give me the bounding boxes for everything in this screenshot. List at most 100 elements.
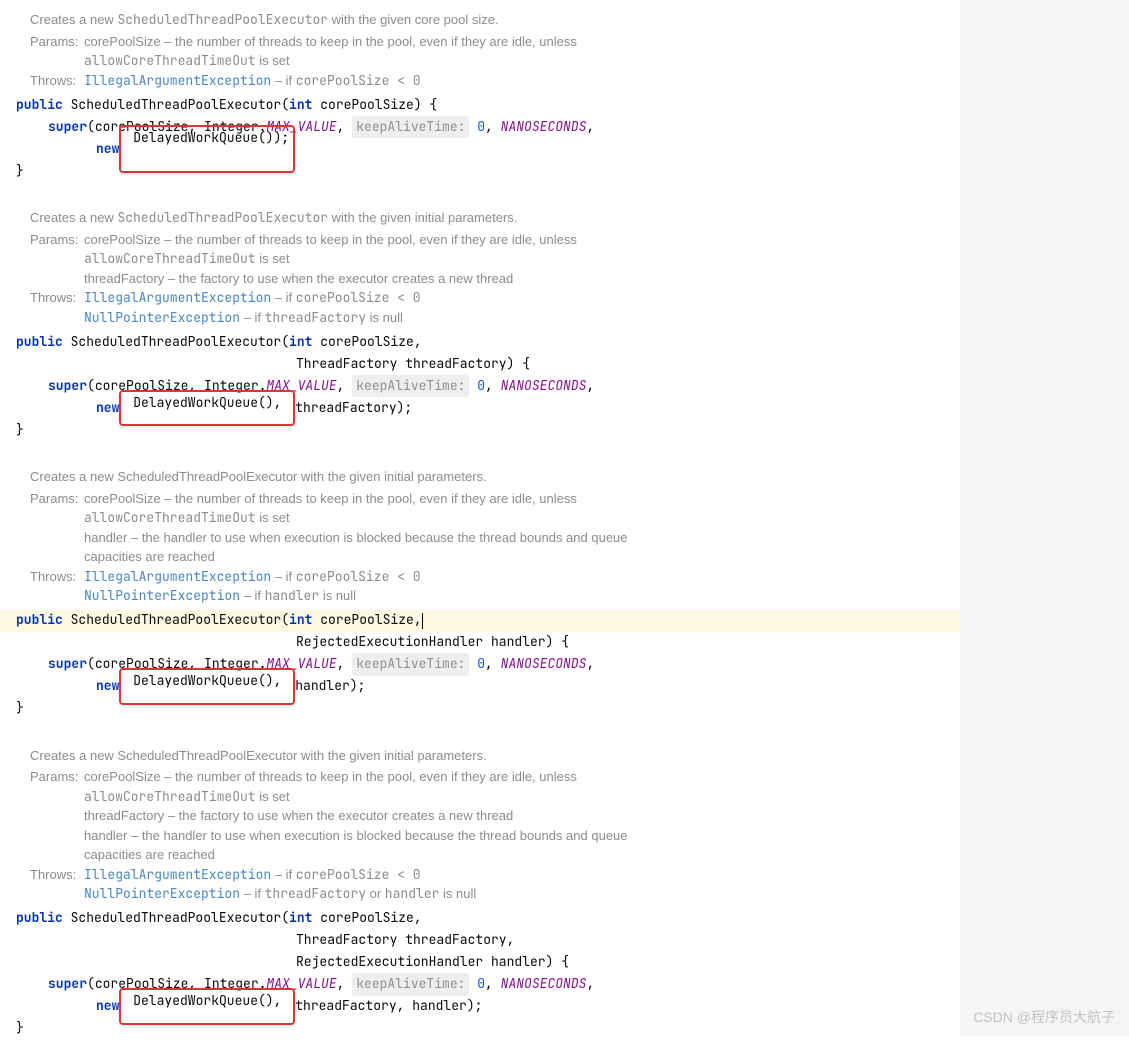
keyword-super: super	[48, 116, 87, 138]
doc-text: is null	[319, 588, 356, 603]
doc-param: threadFactory – the factory to use when …	[84, 269, 644, 289]
doc-param: threadFactory – the factory to use when …	[84, 806, 644, 826]
code-text: ThreadFactory threadFactory) {	[296, 353, 530, 375]
code-line-active[interactable]: public ScheduledThreadPoolExecutor(int c…	[0, 610, 976, 632]
code-line[interactable]: new DelayedWorkQueue(), handler);	[0, 676, 960, 698]
throws-label: Throws:	[30, 71, 84, 91]
doc-text: or	[366, 886, 385, 901]
doc-class: ScheduledThreadPoolExecutor	[117, 209, 328, 226]
code-line[interactable]: public ScheduledThreadPoolExecutor(int c…	[0, 331, 960, 353]
close-brace: }	[16, 419, 24, 441]
number-literal: 0	[469, 116, 485, 138]
doc-text: is set	[256, 510, 290, 525]
keyword-public: public	[16, 907, 63, 929]
doc-text: is null	[439, 886, 476, 901]
code-line[interactable]: new DelayedWorkQueue());	[0, 138, 960, 160]
boxed-code: DelayedWorkQueue(),	[125, 394, 289, 411]
exception-link[interactable]: NullPointerException	[84, 587, 240, 604]
code-text: ,	[586, 973, 594, 995]
highlighted-code-box: DelayedWorkQueue(),	[119, 668, 295, 704]
code-line[interactable]: ThreadFactory threadFactory) {	[0, 353, 960, 375]
ctor-text: ScheduledThreadPoolExecutor(	[63, 609, 289, 631]
code-text: ,	[586, 375, 594, 397]
javadoc-block-4: Creates a new ScheduledThreadPoolExecuto…	[30, 742, 960, 908]
number-literal: 0	[469, 375, 485, 397]
keyword-new: new	[96, 995, 119, 1017]
doc-code: corePoolSize < 0	[296, 289, 421, 306]
editor-right-gutter	[960, 0, 1129, 1036]
code-line[interactable]: ThreadFactory threadFactory,	[0, 930, 960, 952]
keyword-super: super	[48, 375, 87, 397]
doc-text: is set	[256, 789, 290, 804]
keyword-int: int	[289, 94, 312, 116]
doc-param: corePoolSize – the number of threads to …	[84, 491, 577, 506]
code-text: ,	[337, 653, 353, 675]
code-editor[interactable]: Creates a new ScheduledThreadPoolExecuto…	[0, 0, 960, 1040]
param-text: corePoolSize,	[312, 331, 421, 353]
const-nanoseconds: NANOSECONDS	[501, 973, 587, 995]
code-text: threadFactory);	[295, 397, 412, 419]
exception-link[interactable]: IllegalArgumentException	[84, 866, 271, 883]
code-line[interactable]: public ScheduledThreadPoolExecutor(int c…	[0, 908, 960, 930]
code-text: handler);	[295, 675, 365, 697]
throws-label: Throws:	[30, 567, 84, 587]
doc-text: – if	[240, 886, 265, 901]
code-text: ,	[485, 375, 501, 397]
highlighted-code-box: DelayedWorkQueue());	[119, 125, 295, 173]
boxed-code: DelayedWorkQueue(),	[125, 672, 289, 689]
javadoc-block-3: Creates a new ScheduledThreadPoolExecuto…	[30, 463, 960, 610]
number-literal: 0	[469, 653, 485, 675]
javadoc-block-2: Creates a new ScheduledThreadPoolExecuto…	[30, 204, 960, 331]
close-brace: }	[16, 697, 24, 719]
doc-code: allowCoreThreadTimeOut	[84, 250, 256, 267]
code-line[interactable]: new DelayedWorkQueue(), threadFactory, h…	[0, 996, 960, 1018]
exception-link[interactable]: NullPointerException	[84, 309, 240, 326]
code-text: threadFactory, handler);	[295, 995, 482, 1017]
param-text: corePoolSize) {	[312, 94, 437, 116]
doc-code: handler	[265, 587, 320, 604]
javadoc-block-1: Creates a new ScheduledThreadPoolExecuto…	[30, 6, 960, 94]
exception-link[interactable]: IllegalArgumentException	[84, 289, 271, 306]
code-line[interactable]: new DelayedWorkQueue(), threadFactory);	[0, 397, 960, 419]
exception-link[interactable]: NullPointerException	[84, 885, 240, 902]
const-nanoseconds: NANOSECONDS	[501, 116, 587, 138]
ctor-text: ScheduledThreadPoolExecutor(	[63, 94, 289, 116]
doc-text: – if	[240, 588, 265, 603]
parameter-hint: keepAliveTime:	[352, 375, 469, 397]
doc-text: – if	[271, 569, 296, 584]
doc-summary: Creates a new ScheduledThreadPoolExecuto…	[30, 746, 960, 766]
doc-param: handler – the handler to use when execut…	[84, 528, 644, 567]
code-text: ThreadFactory threadFactory,	[296, 929, 514, 951]
parameter-hint: keepAliveTime:	[352, 116, 469, 138]
code-line[interactable]: RejectedExecutionHandler handler) {	[0, 632, 960, 654]
doc-text: is null	[366, 310, 403, 325]
doc-code: threadFactory	[265, 885, 366, 902]
keyword-super: super	[48, 653, 87, 675]
code-line[interactable]: RejectedExecutionHandler handler) {	[0, 952, 960, 974]
params-label: Params:	[30, 767, 84, 787]
code-text: RejectedExecutionHandler handler) {	[296, 631, 569, 653]
doc-class: ScheduledThreadPoolExecutor	[117, 11, 328, 28]
code-text: ,	[485, 973, 501, 995]
doc-text: Creates a new	[30, 12, 117, 27]
code-text: ,	[337, 375, 353, 397]
exception-link[interactable]: IllegalArgumentException	[84, 568, 271, 585]
doc-code: allowCoreThreadTimeOut	[84, 788, 256, 805]
boxed-code: DelayedWorkQueue(),	[125, 992, 289, 1009]
param-text: corePoolSize,	[312, 609, 421, 631]
ctor-text: ScheduledThreadPoolExecutor(	[63, 331, 289, 353]
exception-link[interactable]: IllegalArgumentException	[84, 72, 271, 89]
keyword-int: int	[289, 331, 312, 353]
keyword-public: public	[16, 609, 63, 631]
code-text: RejectedExecutionHandler handler) {	[296, 951, 569, 973]
keyword-super: super	[48, 973, 87, 995]
doc-summary: Creates a new ScheduledThreadPoolExecuto…	[30, 467, 960, 487]
ctor-text: ScheduledThreadPoolExecutor(	[63, 907, 289, 929]
doc-param: handler – the handler to use when execut…	[84, 826, 644, 865]
doc-code: corePoolSize < 0	[296, 866, 421, 883]
keyword-int: int	[289, 609, 312, 631]
code-line[interactable]: public ScheduledThreadPoolExecutor(int c…	[0, 94, 960, 116]
doc-param: corePoolSize – the number of threads to …	[84, 769, 577, 784]
parameter-hint: keepAliveTime:	[352, 973, 469, 995]
const-nanoseconds: NANOSECONDS	[501, 653, 587, 675]
